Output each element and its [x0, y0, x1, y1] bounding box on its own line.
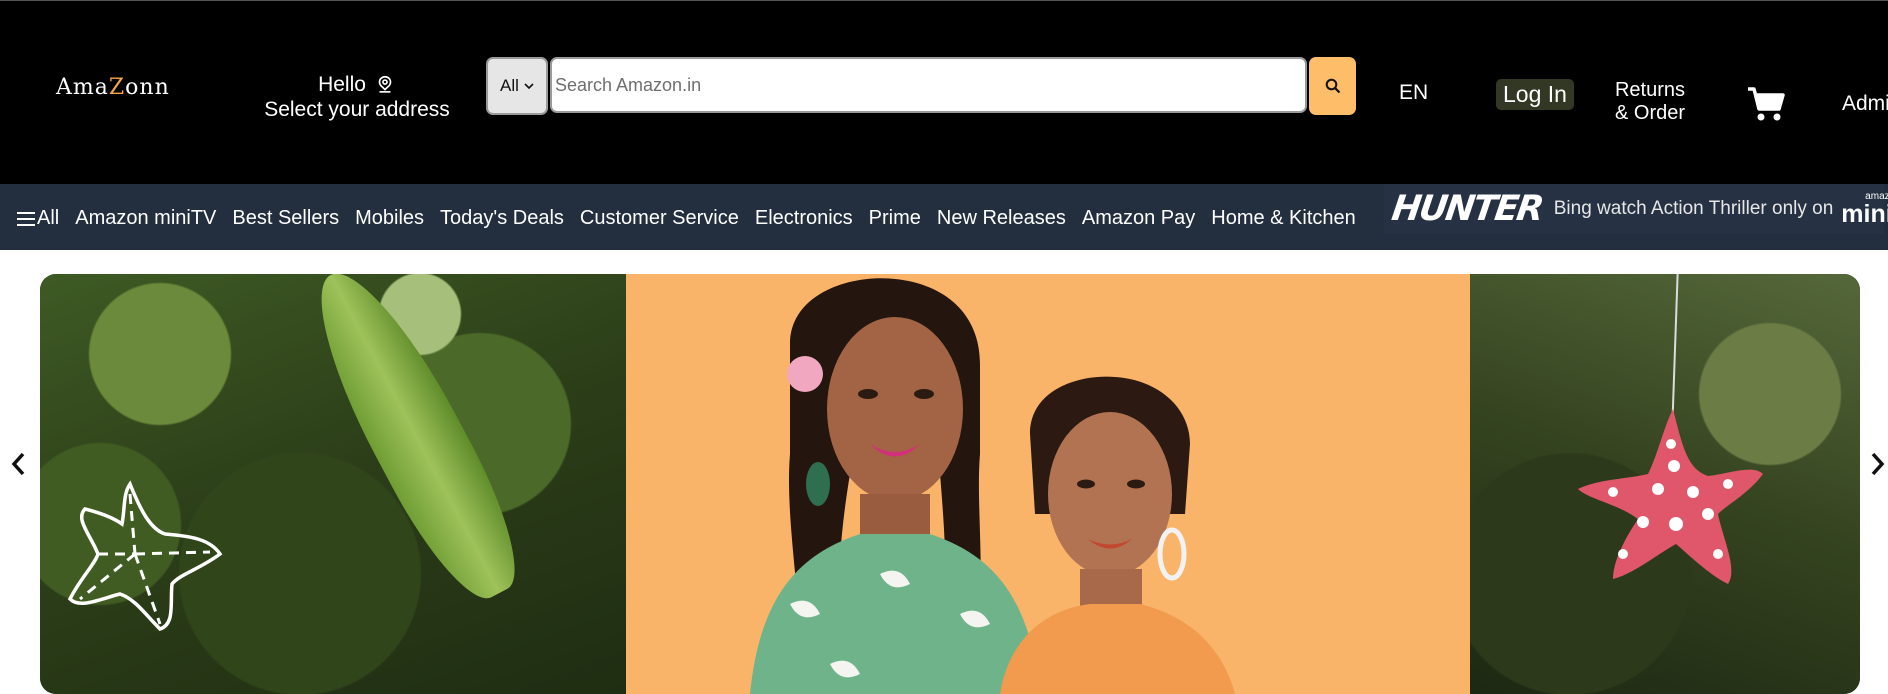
promo-brand: HUNTER — [1389, 189, 1545, 229]
admin-account-link[interactable]: Admin — [1842, 92, 1888, 116]
search-icon — [1325, 78, 1340, 94]
nav-item-amazon-pay[interactable]: Amazon Pay — [1082, 207, 1195, 230]
search-category-value: All — [500, 76, 519, 95]
chevron-right-icon[interactable] — [1866, 450, 1888, 478]
minitv-promo-banner[interactable]: HUNTER Bing watch Action Thriller only o… — [1384, 184, 1888, 234]
map-pin-icon — [378, 75, 392, 93]
hamburger-menu-icon — [17, 211, 35, 226]
nav-item-todays-deals[interactable]: Today's Deals — [440, 207, 564, 230]
site-logo[interactable]: AmaZonn — [56, 75, 170, 100]
nav-item-mobiles[interactable]: Mobiles — [355, 207, 424, 230]
hero-carousel-image[interactable] — [40, 274, 1860, 694]
model-right-figure — [1000, 376, 1235, 694]
nav-item-best-sellers[interactable]: Best Sellers — [232, 207, 339, 230]
address-label: Select your address — [264, 98, 450, 121]
delivery-address[interactable]: Hello Select your address — [262, 73, 452, 122]
nav-item-prime[interactable]: Prime — [869, 207, 921, 230]
login-button[interactable]: Log In — [1496, 79, 1574, 110]
nav-item-customer-service[interactable]: Customer Service — [580, 207, 739, 230]
returns-orders-link[interactable]: Returns & Order — [1602, 79, 1698, 125]
minitv-logo: amazon miniTV — [1841, 190, 1888, 228]
greeting-text: Hello — [318, 73, 366, 96]
nav-item-electronics[interactable]: Electronics — [755, 207, 853, 230]
chevron-down-icon — [524, 83, 534, 90]
nav-item-new-releases[interactable]: New Releases — [937, 207, 1066, 230]
shopping-cart-icon[interactable] — [1746, 85, 1786, 123]
pink-starfish-decoration — [1578, 409, 1763, 584]
search-category-dropdown[interactable]: All — [486, 57, 548, 115]
chevron-left-icon[interactable] — [8, 450, 30, 478]
promo-tagline: Bing watch Action Thriller only on — [1553, 198, 1834, 219]
top-header: AmaZonn Hello Select your address All EN… — [0, 0, 1888, 184]
language-selector[interactable]: EN — [1399, 81, 1428, 105]
starfish-outline-icon — [67, 480, 223, 632]
nav-item-home-kitchen[interactable]: Home & Kitchen — [1211, 207, 1356, 230]
search-input[interactable] — [550, 57, 1307, 113]
search-button[interactable] — [1309, 57, 1356, 115]
nav-item-amazon-minitv[interactable]: Amazon miniTV — [75, 207, 216, 230]
all-menu-button[interactable]: All — [17, 207, 59, 230]
